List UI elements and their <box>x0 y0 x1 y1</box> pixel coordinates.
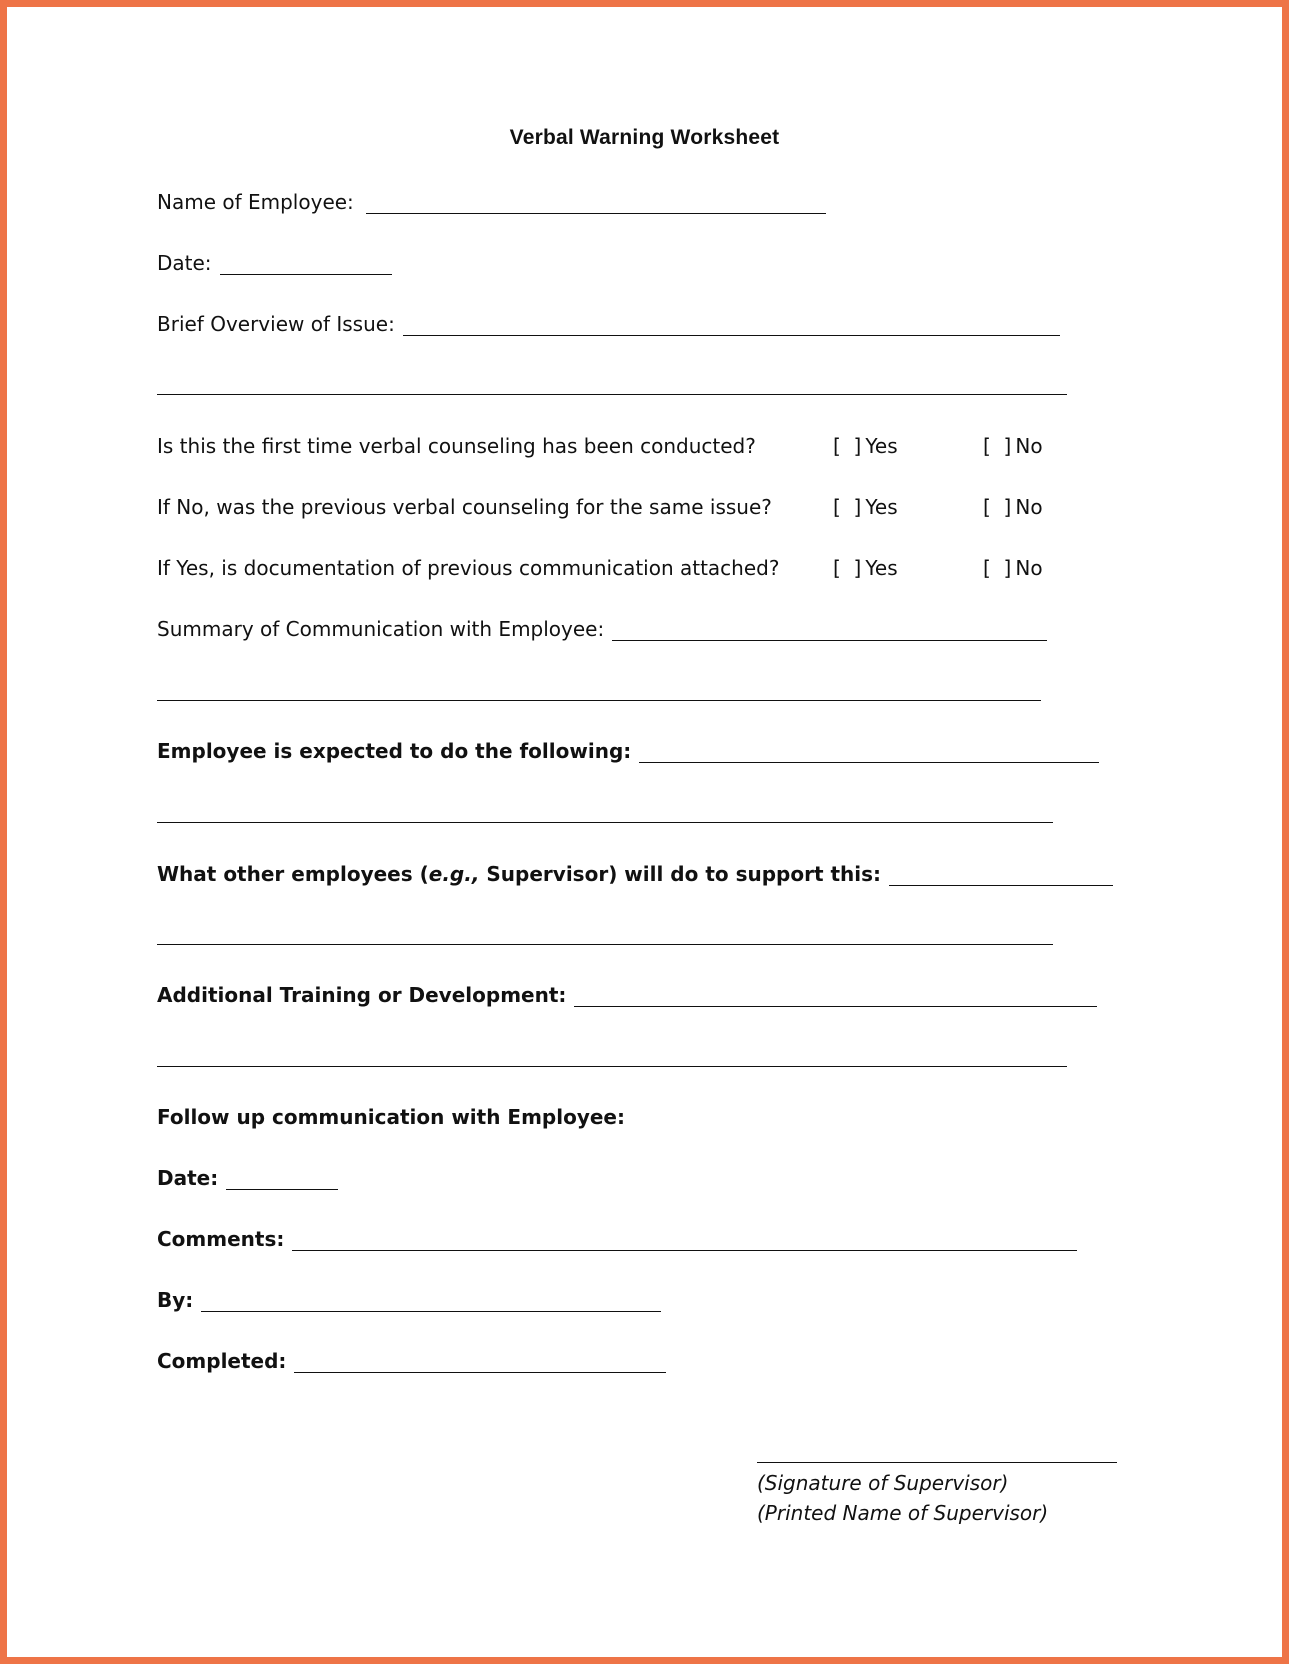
no-checkbox[interactable]: [ ] No <box>983 434 1043 458</box>
summary-field[interactable] <box>612 620 1048 641</box>
summary-field-line-2[interactable] <box>157 700 1041 701</box>
followup-heading-row: Follow up communication with Employee: <box>157 1105 625 1129</box>
comments-label: Comments: <box>157 1227 285 1251</box>
question-row: Is this the first time verbal counseling… <box>157 434 756 458</box>
document-title: Verbal Warning Worksheet <box>509 126 780 149</box>
question-row: If Yes, is documentation of previous com… <box>157 556 779 580</box>
question-text: If No, was the previous verbal counselin… <box>157 495 772 519</box>
expected-field-line-2[interactable] <box>157 822 1053 823</box>
expected-row: Employee is expected to do the following… <box>157 739 1100 763</box>
checkbox-box: [ ] <box>833 495 862 519</box>
summary-label: Summary of Communication with Employee: <box>157 617 605 641</box>
employee-name-row: Name of Employee: <box>157 190 826 214</box>
question-text: If Yes, is documentation of previous com… <box>157 556 780 580</box>
checkbox-box: [ ] <box>833 556 862 580</box>
date-field[interactable] <box>219 254 392 275</box>
followup-date-field[interactable] <box>226 1169 339 1190</box>
printed-name-label: (Printed Name of Supervisor) <box>757 1501 1049 1525</box>
support-row: What other employees (e.g., Supervisor) … <box>157 862 1114 886</box>
employee-name-field[interactable] <box>365 193 826 214</box>
question-row: If No, was the previous verbal counselin… <box>157 495 772 519</box>
no-checkbox[interactable]: [ ] No <box>983 556 1043 580</box>
no-label: No <box>1015 495 1043 519</box>
followup-date-row: Date: <box>157 1166 339 1190</box>
overview-field-line-2[interactable] <box>157 394 1067 395</box>
checkbox-box: [ ] <box>983 556 1012 580</box>
yes-label: Yes <box>865 434 898 458</box>
followup-heading: Follow up communication with Employee: <box>157 1105 625 1129</box>
by-field[interactable] <box>201 1291 662 1312</box>
training-field[interactable] <box>574 986 1098 1007</box>
comments-field[interactable] <box>292 1230 1078 1251</box>
training-label: Additional Training or Development: <box>157 983 567 1007</box>
followup-date-label: Date: <box>157 1166 219 1190</box>
checkbox-box: [ ] <box>833 434 862 458</box>
completed-field[interactable] <box>294 1352 667 1373</box>
overview-field[interactable] <box>402 315 1060 336</box>
support-field-line-2[interactable] <box>157 944 1053 945</box>
overview-row: Brief Overview of Issue: <box>157 312 1060 336</box>
overview-label: Brief Overview of Issue: <box>157 312 395 336</box>
signature-line[interactable] <box>757 1462 1117 1463</box>
employee-name-label: Name of Employee: <box>157 190 354 214</box>
question-text: Is this the first time verbal counseling… <box>157 434 756 458</box>
yes-checkbox[interactable]: [ ] Yes <box>833 434 898 458</box>
completed-label: Completed: <box>157 1349 287 1373</box>
training-field-line-2[interactable] <box>157 1066 1067 1067</box>
no-checkbox[interactable]: [ ] No <box>983 495 1043 519</box>
by-label: By: <box>157 1288 194 1312</box>
no-label: No <box>1015 556 1043 580</box>
yes-checkbox[interactable]: [ ] Yes <box>833 495 898 519</box>
yes-label: Yes <box>865 556 898 580</box>
signature-label: (Signature of Supervisor) <box>757 1471 1009 1495</box>
checkbox-box: [ ] <box>983 495 1012 519</box>
no-label: No <box>1015 434 1043 458</box>
expected-field[interactable] <box>639 742 1100 763</box>
checkbox-box: [ ] <box>983 434 1012 458</box>
yes-label: Yes <box>865 495 898 519</box>
summary-row: Summary of Communication with Employee: <box>157 617 1048 641</box>
completed-row: Completed: <box>157 1349 667 1373</box>
date-label: Date: <box>157 251 212 275</box>
support-field[interactable] <box>889 865 1114 886</box>
date-row: Date: <box>157 251 392 275</box>
training-row: Additional Training or Development: <box>157 983 1098 1007</box>
expected-label: Employee is expected to do the following… <box>157 739 632 763</box>
yes-checkbox[interactable]: [ ] Yes <box>833 556 898 580</box>
by-row: By: <box>157 1288 662 1312</box>
support-label: What other employees (e.g., Supervisor) … <box>157 862 882 886</box>
page-frame <box>0 0 1289 1664</box>
comments-row: Comments: <box>157 1227 1078 1251</box>
